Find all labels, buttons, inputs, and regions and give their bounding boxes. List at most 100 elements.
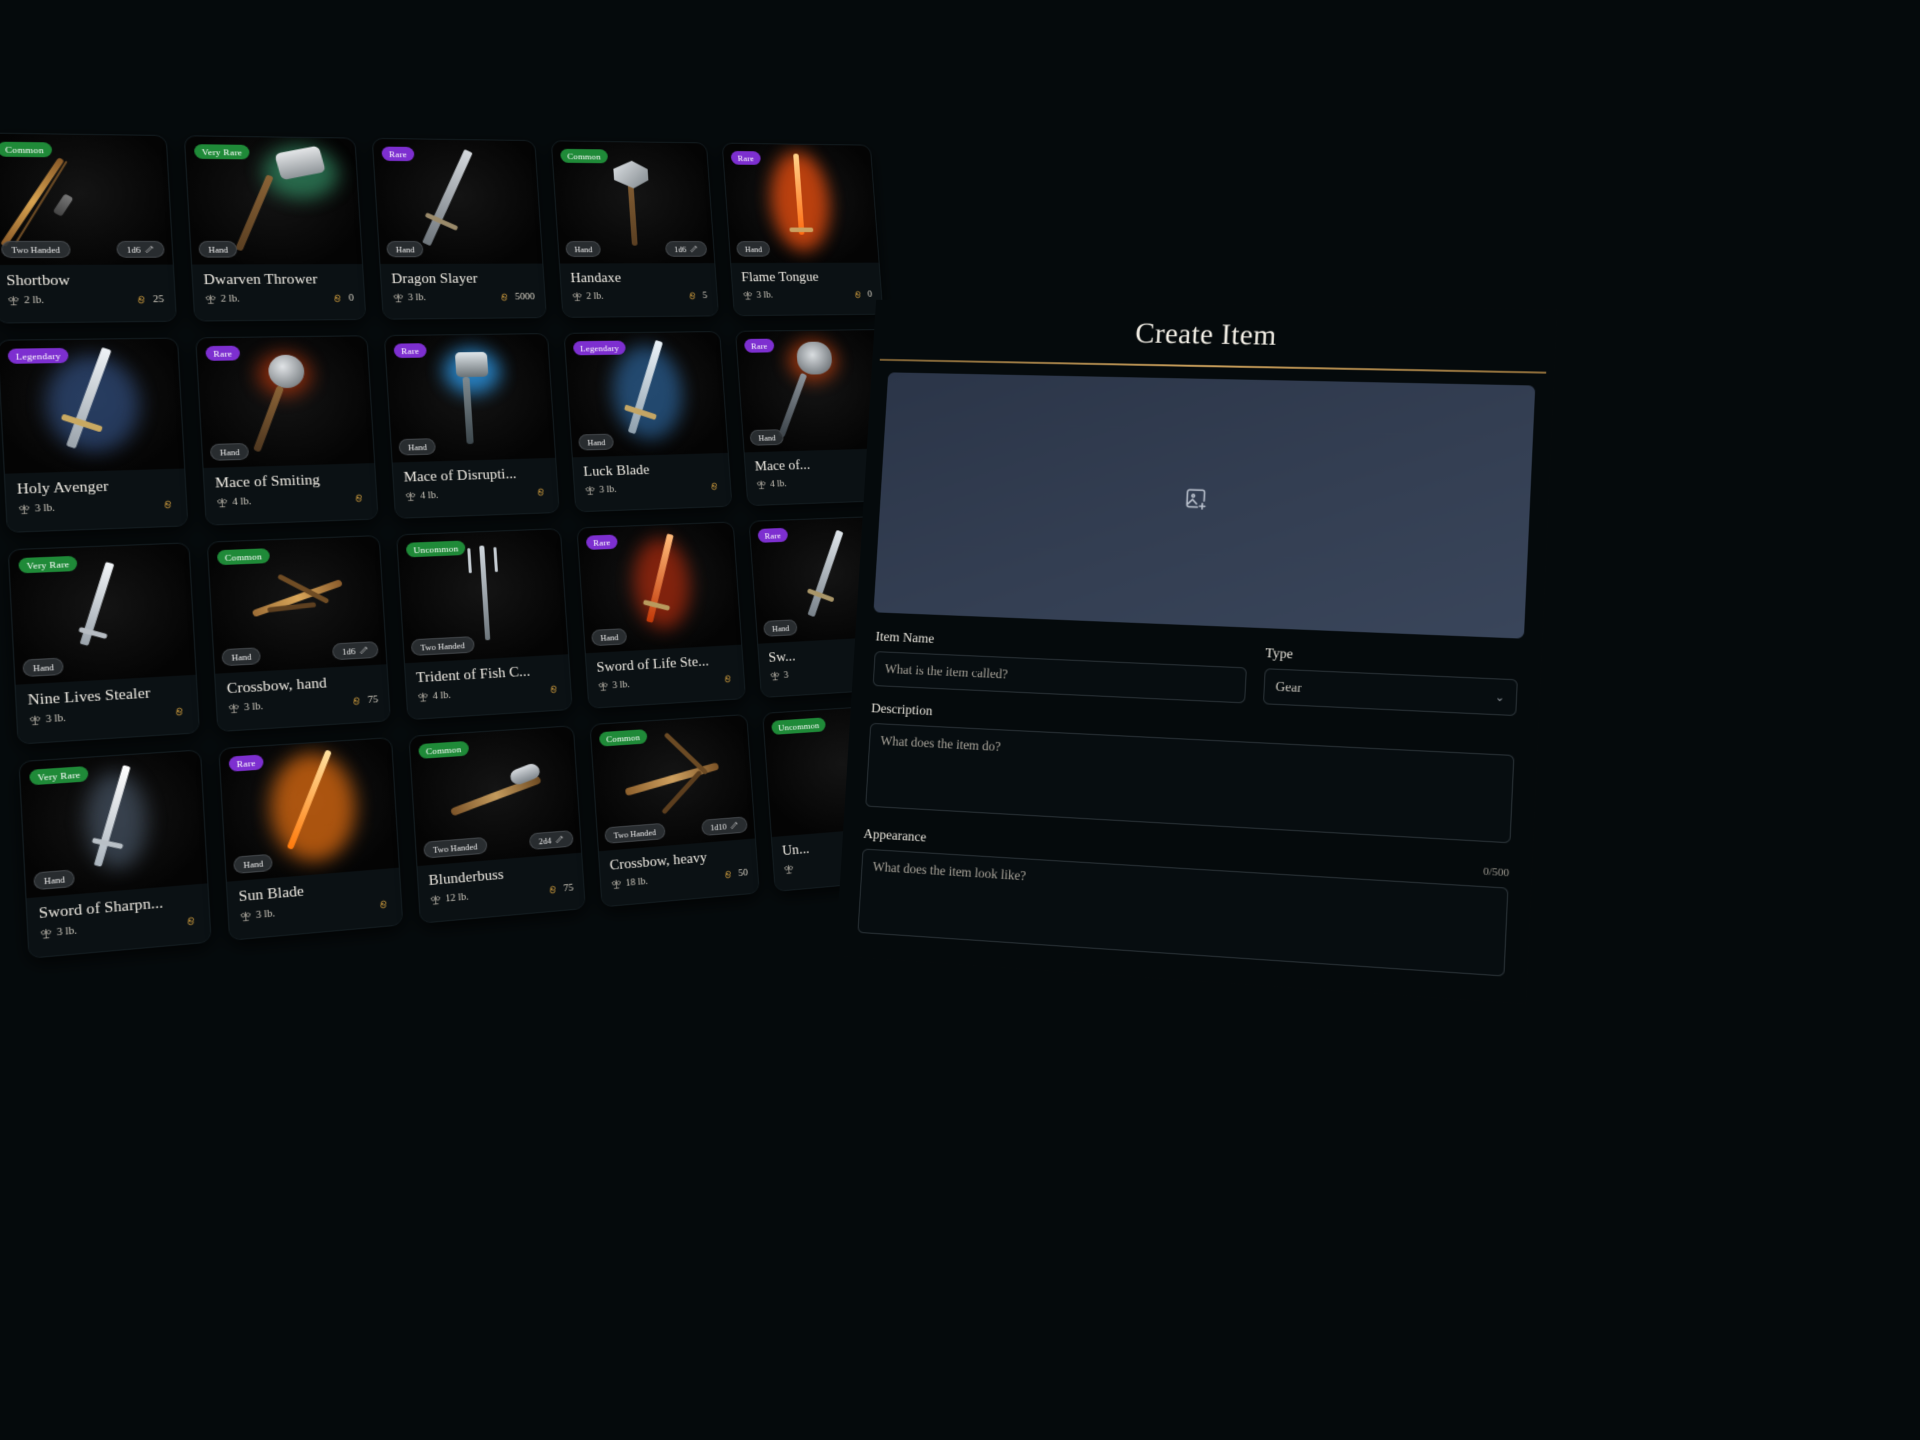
rarity-badge: Rare	[585, 534, 618, 550]
rarity-badge: Common	[560, 148, 608, 164]
rarity-badge: Rare	[381, 146, 415, 162]
item-name: Luck Blade	[583, 462, 650, 480]
hand-pill: Hand	[33, 869, 76, 891]
item-stats: 3 lb.	[239, 898, 390, 922]
item-card[interactable]: Rare Hand Mace of Disrupti... 4 lb.	[383, 333, 560, 519]
item-card[interactable]: Very Rare Hand Dwarven Thrower 2 lb. 0	[183, 135, 367, 322]
item-name: Dragon Slayer	[391, 271, 479, 287]
item-value: 5	[688, 291, 708, 301]
item-card[interactable]: Common Hand 1d6 Handaxe 2 lb. 5	[550, 140, 720, 318]
item-name: Flame Tongue	[740, 270, 820, 285]
item-artwork: Rare Hand	[722, 143, 879, 264]
item-value	[710, 481, 721, 492]
image-plus-icon	[1183, 486, 1210, 517]
rarity-badge: Rare	[228, 754, 264, 772]
description-field-group: Description	[865, 701, 1516, 848]
item-weight: 3 lb.	[742, 290, 773, 300]
item-value	[536, 487, 548, 498]
item-weight: 2 lb.	[571, 291, 604, 302]
item-stats: 3 lb.	[29, 706, 187, 727]
item-card[interactable]: Rare Hand Mace of Smiting 4 lb.	[195, 335, 379, 526]
item-name: Holy Avenger	[16, 478, 109, 498]
item-name-field-group: Item Name	[872, 630, 1248, 704]
name-type-row: Item Name Type Gear ⌄	[872, 630, 1519, 717]
item-card[interactable]: Legendary Hand Luck Blade 3 lb.	[563, 331, 733, 513]
item-card[interactable]: Rare Hand Dragon Slayer 3 lb. 5000	[371, 137, 547, 320]
create-item-dialog: Create Item Item Name What is the item c…	[835, 299, 1558, 1005]
item-artwork: Common Hand 1d6	[207, 536, 387, 674]
item-name: Shortbow	[5, 272, 71, 290]
screen: Common Two Handed 1d6 Shortbow 2 lb. 25 Very R…	[0, 0, 1920, 1440]
item-card[interactable]: Common Two Handed 2d4 Blunderbuss 12 lb. 75	[408, 725, 586, 924]
rarity-badge: Common	[418, 740, 469, 759]
hand-pill: Two Handed	[0, 240, 71, 258]
item-stats: 3 lb.	[18, 499, 176, 515]
item-stats: 4 lb.	[417, 684, 561, 703]
item-value	[163, 499, 176, 510]
item-weight: 2 lb.	[204, 294, 240, 305]
item-stats: 3 lb. 5000	[392, 292, 535, 303]
item-name: Mace of Disrupti...	[403, 466, 517, 486]
item-catalogue: Common Two Handed 1d6 Shortbow 2 lb. 25 Very R…	[0, 71, 926, 1172]
chevron-down-icon: ⌄	[1494, 691, 1505, 704]
item-card-footer: Luck Blade 3 lb.	[572, 452, 732, 513]
item-card-footer: Holy Avenger 3 lb.	[4, 468, 188, 533]
hand-pill: Hand	[749, 429, 785, 446]
hand-pill: Hand	[578, 433, 615, 451]
item-weight: 3 lb.	[392, 292, 426, 303]
item-card[interactable]: Very Rare Hand Sword of Sharpn... 3 lb.	[18, 749, 212, 959]
item-weight: 4 lb.	[405, 490, 439, 502]
item-weight: 3 lb.	[228, 701, 263, 714]
hand-pill: Two Handed	[423, 836, 488, 859]
item-weight: 18 lb.	[611, 876, 648, 890]
item-weight: 4 lb.	[216, 496, 252, 508]
item-stats: 2 lb. 5	[571, 291, 708, 302]
item-artwork: Uncommon Two Handed	[397, 529, 569, 664]
item-stats: 12 lb. 75	[430, 883, 574, 906]
item-stats: 4 lb.	[405, 487, 548, 502]
item-card[interactable]: Very Rare Hand Nine Lives Stealer 3 lb.	[7, 542, 201, 745]
item-artwork: Very Rare Hand	[8, 543, 196, 685]
hand-pill: Hand	[763, 619, 799, 637]
item-card[interactable]: Common Two Handed 1d6 Shortbow 2 lb. 25	[0, 132, 178, 324]
dice-pill: 1d6	[332, 641, 379, 661]
item-card[interactable]: Rare Hand Sun Blade 3 lb.	[218, 737, 404, 941]
item-artwork: Common Two Handed 1d10	[590, 714, 755, 852]
item-card-footer: Sword of Sharpn... 3 lb.	[26, 883, 211, 959]
item-card-footer: Crossbow, hand 3 lb. 75	[215, 664, 390, 733]
item-value: 0	[333, 293, 354, 304]
item-card[interactable]: Legendary Holy Avenger 3 lb.	[0, 337, 189, 533]
item-card[interactable]: Rare Hand Flame Tongue 3 lb. 0	[721, 142, 884, 317]
item-weight	[783, 863, 798, 875]
dice-pill: 1d6	[665, 241, 708, 257]
appearance-char-counter: 0/500	[1482, 865, 1510, 880]
item-weight: 12 lb.	[430, 892, 469, 906]
item-weight: 3 lb.	[40, 925, 77, 940]
item-artwork: Common Two Handed 2d4	[409, 726, 582, 867]
item-card[interactable]: Uncommon Two Handed Trident of Fish C... 4 …	[396, 528, 573, 721]
item-artwork: Very Rare Hand	[184, 136, 363, 265]
item-card-footer: Dragon Slayer 3 lb. 5000	[380, 263, 546, 320]
item-name: Sun Blade	[238, 883, 305, 906]
item-card[interactable]: Common Two Handed 1d10 Crossbow, heavy 18 lb…	[589, 713, 760, 908]
rarity-badge: Rare	[730, 150, 761, 165]
item-artwork: Rare Hand	[372, 138, 543, 264]
item-card-footer: Mace of Smiting 4 lb.	[203, 463, 378, 526]
dice-pill: 1d6	[116, 240, 165, 258]
item-weight: 3	[769, 670, 789, 681]
item-card[interactable]: Rare Hand Sword of Life Ste... 3 lb.	[576, 521, 747, 709]
item-card-footer: Mace of Disrupti... 4 lb.	[392, 457, 559, 519]
item-name: Sword of Life Ste...	[596, 654, 710, 676]
item-weight: 3 lb.	[18, 503, 55, 515]
item-card[interactable]: Common Hand 1d6 Crossbow, hand 3 lb. 75	[206, 535, 391, 733]
item-name: Nine Lives Stealer	[27, 685, 151, 709]
item-card-footer: Sword of Life Ste... 3 lb.	[585, 644, 746, 709]
type-select[interactable]: Gear ⌄	[1262, 668, 1518, 717]
item-stats: 3 lb. 0	[742, 290, 872, 301]
item-artwork: Very Rare Hand	[19, 750, 208, 899]
rarity-badge: Very Rare	[193, 144, 250, 160]
image-upload-dropzone[interactable]	[873, 372, 1536, 639]
rarity-badge: Legendary	[572, 340, 627, 356]
item-name: Sword of Sharpn...	[38, 895, 164, 923]
create-item-dialog-plane: Create Item Item Name What is the item c…	[827, 299, 1619, 1156]
